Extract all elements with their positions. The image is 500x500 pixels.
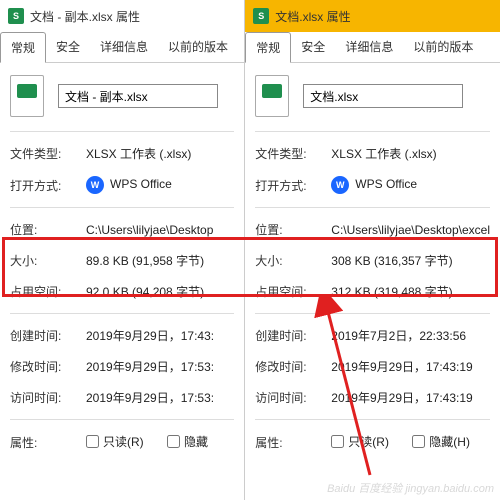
label-modified: 修改时间: (255, 358, 331, 375)
properties-dialog-right: S 文档.xlsx 属性 常规 安全 详细信息 以前的版本 文件类型: XLSX… (245, 0, 500, 500)
value-created: 2019年9月29日，17:43: (86, 327, 234, 344)
divider (255, 313, 490, 314)
label-location: 位置: (10, 221, 86, 238)
divider (255, 131, 490, 132)
content: 文件类型: XLSX 工作表 (.xlsx) 打开方式: W WPS Office… (245, 63, 500, 500)
value-modified: 2019年9月29日，17:53: (86, 358, 234, 375)
label-modified: 修改时间: (10, 358, 86, 375)
label-filetype: 文件类型: (10, 145, 86, 162)
divider (255, 207, 490, 208)
readonly-text: 只读(R) (348, 433, 389, 450)
checkbox-hidden[interactable]: 隐藏(H) (412, 433, 470, 450)
openwith-text: WPS Office (355, 177, 417, 191)
label-sizeondisk: 占用空间: (10, 283, 86, 300)
value-modified: 2019年9月29日，17:43:19 (331, 358, 490, 375)
tab-previous-versions[interactable]: 以前的版本 (158, 32, 238, 62)
value-created: 2019年7月2日，22:33:56 (331, 327, 490, 344)
window-title: 文档.xlsx 属性 (275, 8, 350, 25)
value-location: C:\Users\lilyjae\Desktop (86, 223, 234, 237)
value-size: 308 KB (316,357 字节) (331, 252, 490, 269)
label-attributes: 属性: (255, 434, 331, 451)
value-size: 89.8 KB (91,958 字节) (86, 252, 234, 269)
label-sizeondisk: 占用空间: (255, 283, 331, 300)
value-filetype: XLSX 工作表 (.xlsx) (331, 145, 490, 162)
hidden-text: 隐藏 (184, 433, 208, 450)
divider (10, 313, 234, 314)
filename-input[interactable] (303, 84, 463, 108)
file-icon (10, 75, 44, 117)
label-created: 创建时间: (255, 327, 331, 344)
tab-general[interactable]: 常规 (0, 32, 46, 63)
checkbox-hidden[interactable]: 隐藏 (167, 433, 208, 450)
label-accessed: 访问时间: (10, 389, 86, 406)
openwith-text: WPS Office (110, 177, 172, 191)
divider (255, 419, 490, 420)
tabs: 常规 安全 详细信息 以前的版本 (245, 32, 500, 63)
divider (10, 419, 234, 420)
value-accessed: 2019年9月29日，17:53: (86, 389, 234, 406)
value-sizeondisk: 92.0 KB (94,208 字节) (86, 283, 234, 300)
tab-details[interactable]: 详细信息 (90, 32, 158, 62)
readonly-text: 只读(R) (103, 433, 144, 450)
content: 文件类型: XLSX 工作表 (.xlsx) 打开方式: W WPS Office… (0, 63, 244, 500)
label-openwith: 打开方式: (10, 177, 86, 194)
value-filetype: XLSX 工作表 (.xlsx) (86, 145, 234, 162)
file-icon (255, 75, 289, 117)
value-accessed: 2019年9月29日，17:43:19 (331, 389, 490, 406)
excel-icon: S (253, 8, 269, 24)
window-title: 文档 - 副本.xlsx 属性 (30, 8, 140, 25)
label-openwith: 打开方式: (255, 177, 331, 194)
label-filetype: 文件类型: (255, 145, 331, 162)
value-location: C:\Users\lilyjae\Desktop\excel (331, 223, 490, 237)
value-openwith: W WPS Office (331, 176, 490, 194)
label-size: 大小: (255, 252, 331, 269)
tabs: 常规 安全 详细信息 以前的版本 (0, 32, 244, 63)
label-location: 位置: (255, 221, 331, 238)
label-attributes: 属性: (10, 434, 86, 451)
tab-details[interactable]: 详细信息 (335, 32, 403, 62)
excel-icon: S (8, 8, 24, 24)
checkbox-readonly[interactable]: 只读(R) (331, 433, 389, 450)
tab-security[interactable]: 安全 (46, 32, 90, 62)
wps-icon: W (331, 176, 349, 194)
wps-icon: W (86, 176, 104, 194)
tab-security[interactable]: 安全 (291, 32, 335, 62)
titlebar[interactable]: S 文档 - 副本.xlsx 属性 (0, 0, 244, 32)
divider (10, 131, 234, 132)
divider (10, 207, 234, 208)
label-created: 创建时间: (10, 327, 86, 344)
properties-dialog-left: S 文档 - 副本.xlsx 属性 常规 安全 详细信息 以前的版本 文件类型:… (0, 0, 245, 500)
value-sizeondisk: 312 KB (319,488 字节) (331, 283, 490, 300)
titlebar[interactable]: S 文档.xlsx 属性 (245, 0, 500, 32)
label-accessed: 访问时间: (255, 389, 331, 406)
tab-previous-versions[interactable]: 以前的版本 (403, 32, 483, 62)
filename-input[interactable] (58, 84, 218, 108)
label-size: 大小: (10, 252, 86, 269)
value-openwith: W WPS Office (86, 176, 234, 194)
hidden-text: 隐藏(H) (429, 433, 470, 450)
tab-general[interactable]: 常规 (245, 32, 291, 63)
checkbox-readonly[interactable]: 只读(R) (86, 433, 144, 450)
